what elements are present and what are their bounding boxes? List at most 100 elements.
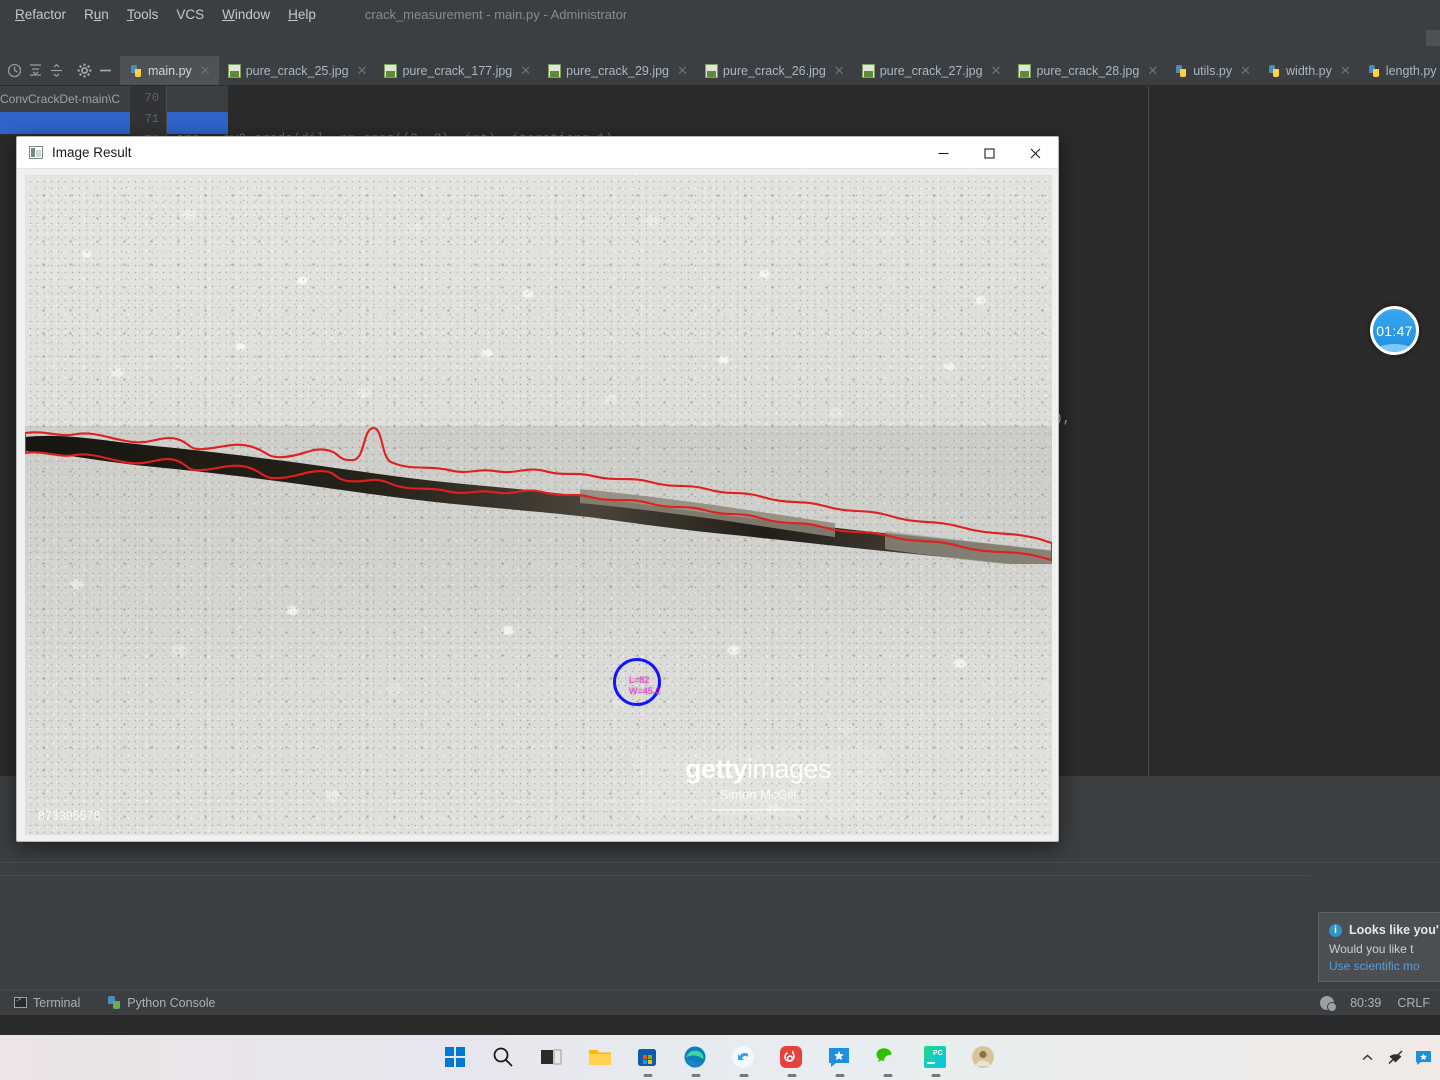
getty-brand: gettyimages <box>684 753 832 785</box>
screen: RRefactorefactor Run Tools VCS Window He… <box>0 0 1440 1080</box>
tab-pure-crack-27[interactable]: pure_crack_27.jpg ✕ <box>853 56 1010 85</box>
caret-position[interactable]: 80:39 <box>1350 996 1381 1010</box>
settings-gear-icon[interactable] <box>76 62 93 79</box>
system-tray <box>1359 1035 1432 1080</box>
python-file-icon <box>1368 64 1381 78</box>
tab-close-icon[interactable]: ✕ <box>1340 63 1351 79</box>
chat-badge-icon[interactable] <box>1415 1049 1432 1066</box>
windows-start-icon[interactable] <box>443 1045 469 1071</box>
maximize-button[interactable] <box>966 137 1012 169</box>
notification-body: Would you like t <box>1329 942 1414 956</box>
image-file-icon <box>704 63 718 78</box>
width-label: W=45.2 <box>629 686 661 696</box>
image-window-titlebar[interactable]: Image Result <box>17 137 1058 169</box>
menu-item-help[interactable]: Help <box>279 4 325 25</box>
getty-asset-id: 873395578 <box>38 809 101 823</box>
taskbar-icon-group: PC <box>443 1045 997 1071</box>
status-python-console-button[interactable]: Python Console <box>94 996 229 1010</box>
image-file-icon <box>1018 63 1032 78</box>
tab-close-icon[interactable]: ✕ <box>834 63 845 79</box>
back-arrow-icon[interactable] <box>6 62 23 79</box>
info-icon: i <box>1329 924 1342 937</box>
crack-overlay <box>25 419 1052 565</box>
status-terminal-label: Terminal <box>33 995 81 1010</box>
menu-item-window[interactable]: Window <box>213 4 279 25</box>
close-button[interactable] <box>1012 137 1058 169</box>
notification-action-link[interactable]: Use scientific mo <box>1329 959 1440 973</box>
microsoft-store-icon[interactable] <box>635 1045 661 1071</box>
menu-item-run[interactable]: Run <box>75 4 118 25</box>
tab-label: pure_crack_177.jpg <box>402 63 513 78</box>
inspection-gear-icon[interactable] <box>1320 995 1338 1012</box>
tab-length-py[interactable]: length.py ✕ <box>1359 56 1440 85</box>
window-control-buttons <box>920 137 1058 169</box>
tab-label: pure_crack_28.jpg <box>1036 63 1140 78</box>
toolbar-icon-group <box>0 56 121 85</box>
menu-item-refactor[interactable]: RRefactorefactor <box>6 4 75 25</box>
image-file-icon <box>548 63 562 78</box>
notification-title: Looks like you' <box>1349 923 1439 937</box>
getty-brand-light: images <box>746 753 832 784</box>
status-bar-right: 80:39 CRLF <box>1320 995 1430 1012</box>
tab-pure-crack-26[interactable]: pure_crack_26.jpg ✕ <box>696 56 853 85</box>
image-window-title: Image Result <box>52 145 132 160</box>
menu-item-vcs[interactable]: VCS <box>167 4 213 25</box>
tab-pure-crack-28[interactable]: pure_crack_28.jpg ✕ <box>1009 56 1166 85</box>
tab-close-icon[interactable]: ✕ <box>520 63 531 79</box>
file-explorer-icon[interactable] <box>587 1045 613 1071</box>
blue-star-chat-icon[interactable] <box>827 1045 853 1071</box>
python-file-icon <box>1268 64 1281 78</box>
notification-title-row: i Looks like you' <box>1329 923 1440 937</box>
tab-width-py[interactable]: width.py ✕ <box>1259 56 1359 85</box>
tab-label: pure_crack_25.jpg <box>245 63 349 78</box>
image-canvas[interactable]: L=82 W=45.2 gettyimages Simon McGill 873… <box>25 175 1052 835</box>
search-icon[interactable] <box>491 1045 517 1071</box>
timer-label: 01:47 <box>1376 322 1413 339</box>
session-timer-widget[interactable]: 01:47 <box>1370 306 1419 355</box>
editor-vertical-split <box>1148 86 1149 776</box>
no-network-icon[interactable] <box>1387 1049 1404 1066</box>
profile-avatar-icon[interactable] <box>971 1045 997 1071</box>
python-file-icon <box>1175 64 1188 78</box>
edge-browser-icon[interactable] <box>683 1045 709 1071</box>
status-terminal-button[interactable]: Terminal <box>0 995 94 1010</box>
tab-close-icon[interactable]: ✕ <box>200 63 211 79</box>
line-separator[interactable]: CRLF <box>1397 996 1430 1010</box>
collapse-all-icon[interactable] <box>27 62 44 79</box>
tab-close-icon[interactable]: ✕ <box>1147 63 1158 79</box>
python-file-icon <box>130 64 143 78</box>
tab-pure-crack-29[interactable]: pure_crack_29.jpg ✕ <box>539 56 696 85</box>
tab-label: length.py <box>1385 63 1437 78</box>
tab-label: main.py <box>148 63 192 78</box>
tab-label: width.py <box>1286 63 1332 78</box>
getty-brand-bold: getty <box>684 753 748 784</box>
netease-music-icon[interactable] <box>779 1045 805 1071</box>
tab-close-icon[interactable]: ✕ <box>1240 63 1251 79</box>
hide-panel-icon[interactable] <box>97 62 114 79</box>
getty-rule <box>712 808 804 811</box>
tab-close-icon[interactable]: ✕ <box>357 63 368 79</box>
crack-contour-svg <box>25 427 1052 565</box>
image-file-icon <box>861 63 875 78</box>
expand-all-icon[interactable] <box>48 62 65 79</box>
menu-item-tools[interactable]: Tools <box>118 4 168 25</box>
minimize-button[interactable] <box>920 137 966 169</box>
chevron-up-icon[interactable] <box>1359 1049 1376 1066</box>
task-view-icon[interactable] <box>539 1045 565 1071</box>
tab-utils-py[interactable]: utils.py ✕ <box>1166 56 1259 85</box>
tab-label: pure_crack_29.jpg <box>566 63 670 78</box>
tab-label: pure_crack_26.jpg <box>722 63 826 78</box>
image-result-window[interactable]: Image Result L=82 W=45.2 gettyimages Sim… <box>16 136 1059 842</box>
notification-popup[interactable]: i Looks like you' Would you like t Use s… <box>1318 912 1440 982</box>
wechat-icon[interactable] <box>875 1045 901 1071</box>
measurement-labels: L=82 W=45.2 <box>629 675 660 697</box>
tab-pure-crack-177[interactable]: pure_crack_177.jpg ✕ <box>375 56 539 85</box>
length-label: L=82 <box>629 675 650 685</box>
blue-app-icon[interactable] <box>731 1045 757 1071</box>
tab-pure-crack-25[interactable]: pure_crack_25.jpg ✕ <box>219 56 376 85</box>
pycharm-icon[interactable]: PC <box>923 1045 949 1071</box>
tab-close-icon[interactable]: ✕ <box>991 63 1002 79</box>
tab-main-py[interactable]: main.py ✕ <box>121 56 219 85</box>
menu-bar: RRefactorefactor Run Tools VCS Window He… <box>0 0 1440 28</box>
tab-close-icon[interactable]: ✕ <box>677 63 688 79</box>
